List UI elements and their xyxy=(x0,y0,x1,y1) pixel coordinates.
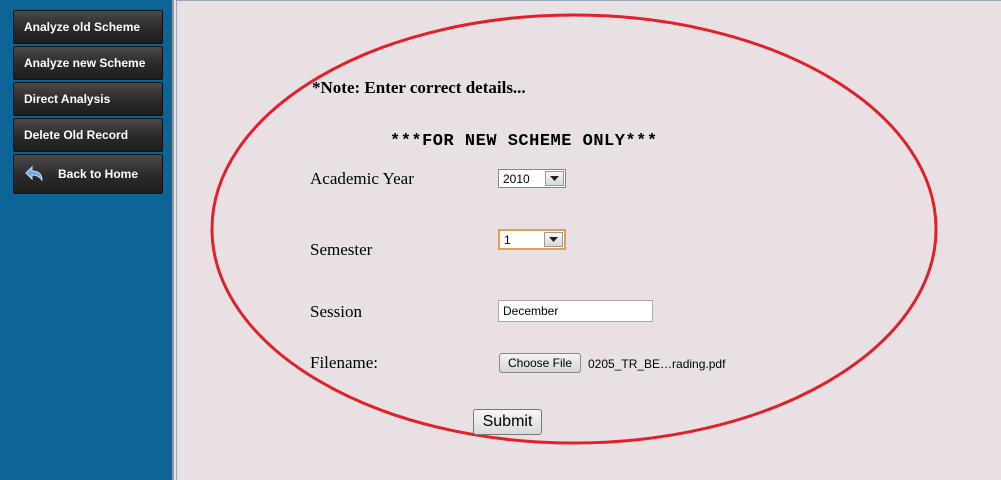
sidebar-item-label: Analyze new Scheme xyxy=(24,56,146,70)
sidebar-item-delete-old-record[interactable]: Delete Old Record xyxy=(13,118,163,152)
semester-value: 1 xyxy=(504,232,511,247)
main-content xyxy=(176,0,1001,480)
sidebar-item-analyze-new-scheme[interactable]: Analyze new Scheme xyxy=(13,46,163,80)
sidebar: Analyze old Scheme Analyze new Scheme Di… xyxy=(0,0,174,480)
page-title: ***FOR NEW SCHEME ONLY*** xyxy=(390,132,658,151)
semester-select[interactable]: 1 xyxy=(498,229,566,250)
submit-button[interactable]: Submit xyxy=(473,409,542,435)
sidebar-item-direct-analysis[interactable]: Direct Analysis xyxy=(13,82,163,116)
sidebar-item-analyze-old-scheme[interactable]: Analyze old Scheme xyxy=(13,10,163,44)
academic-year-label: Academic Year xyxy=(310,169,414,188)
session-label: Session xyxy=(310,302,362,321)
sidebar-item-label: Analyze old Scheme xyxy=(24,20,141,34)
academic-year-select[interactable]: 2010 xyxy=(498,169,566,188)
academic-year-value: 2010 xyxy=(503,171,530,186)
semester-label: Semester xyxy=(310,240,373,259)
chevron-down-icon xyxy=(544,232,563,247)
filename-label: Filename: xyxy=(310,353,378,372)
note-text: *Note: Enter correct details... xyxy=(312,78,526,97)
choose-file-button[interactable]: Choose File xyxy=(499,353,581,373)
sidebar-item-label: Back to Home xyxy=(58,167,139,181)
sidebar-item-back-to-home[interactable]: Back to Home xyxy=(13,154,163,194)
selected-file-name: 0205_TR_BE…rading.pdf xyxy=(588,357,726,371)
sidebar-item-label: Direct Analysis xyxy=(24,92,111,106)
sidebar-item-label: Delete Old Record xyxy=(24,128,129,142)
session-input[interactable] xyxy=(498,300,653,322)
back-arrow-icon xyxy=(24,163,46,185)
chevron-down-icon xyxy=(545,171,564,186)
